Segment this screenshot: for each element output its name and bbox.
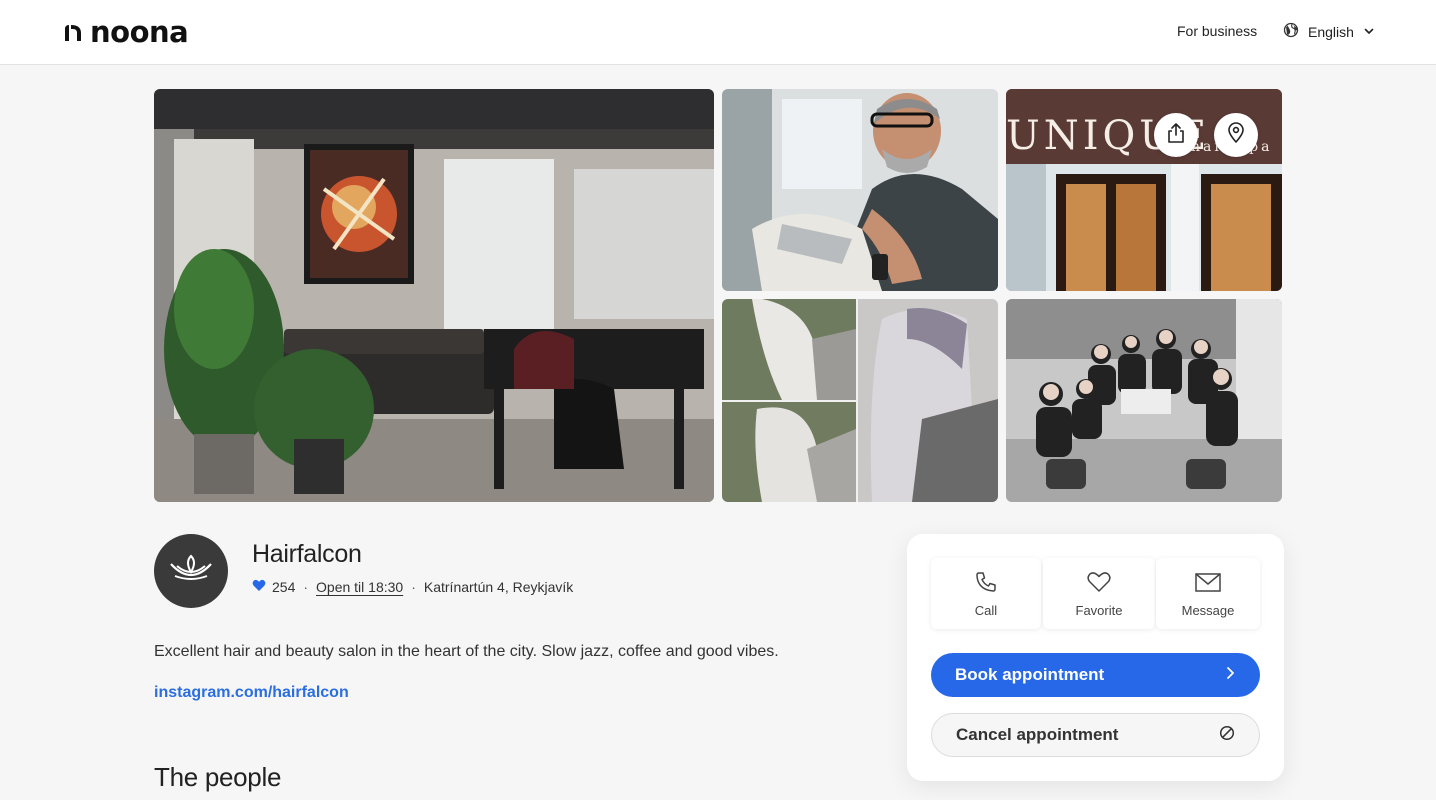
top-header: noona For business English bbox=[0, 0, 1436, 65]
photo-team[interactable] bbox=[1006, 299, 1282, 502]
separator-dot: · bbox=[303, 579, 309, 595]
photo-hair-results-collage[interactable] bbox=[722, 299, 998, 502]
brand-name: noona bbox=[90, 15, 189, 49]
photo-stylist-at-work[interactable] bbox=[722, 89, 998, 291]
business-description: Excellent hair and beauty salon in the h… bbox=[154, 643, 779, 660]
noona-logo-mark bbox=[63, 21, 83, 43]
globe-icon bbox=[1283, 22, 1299, 41]
chevron-right-icon bbox=[1224, 665, 1236, 685]
falcon-logo-icon bbox=[167, 552, 215, 591]
business-name: Hairfalcon bbox=[252, 540, 362, 568]
for-business-link[interactable]: For business bbox=[1177, 23, 1257, 39]
cancel-appointment-button[interactable]: Cancel appointment bbox=[931, 713, 1260, 757]
separator-dot: · bbox=[411, 579, 416, 595]
opening-hours-link[interactable]: Open til 18:30 bbox=[316, 579, 403, 595]
map-location-button[interactable] bbox=[1214, 113, 1258, 157]
photo-salon-interior[interactable] bbox=[154, 89, 714, 502]
message-label: Message bbox=[1181, 603, 1235, 618]
book-appointment-button[interactable]: Book appointment bbox=[931, 653, 1260, 697]
section-title-people: The people bbox=[154, 762, 282, 792]
map-pin-icon bbox=[1227, 121, 1245, 149]
call-button[interactable]: Call bbox=[931, 558, 1041, 629]
envelope-icon bbox=[1194, 570, 1222, 597]
share-icon bbox=[1166, 122, 1186, 149]
heart-icon bbox=[1086, 570, 1112, 597]
instagram-link[interactable]: instagram.com/hairfalcon bbox=[154, 684, 349, 702]
share-button[interactable] bbox=[1154, 113, 1198, 157]
favorite-label: Favorite bbox=[1075, 603, 1123, 618]
quick-actions: Call Favorite Message bbox=[931, 558, 1260, 629]
prohibited-icon bbox=[1219, 725, 1235, 746]
noona-logo[interactable]: noona bbox=[63, 15, 189, 49]
heart-filled-icon bbox=[252, 579, 266, 595]
business-avatar bbox=[154, 534, 228, 608]
book-appointment-label: Book appointment bbox=[955, 665, 1105, 684]
call-label: Call bbox=[974, 603, 998, 618]
business-address: Katrínartún 4, Reykjavík bbox=[423, 579, 574, 595]
language-label: English bbox=[1308, 23, 1354, 40]
cancel-appointment-label: Cancel appointment bbox=[956, 725, 1119, 744]
favorite-button[interactable]: Favorite bbox=[1043, 558, 1155, 629]
business-meta: 254 · Open til 18:30 · Katrínartún 4, Re… bbox=[252, 579, 573, 595]
photo-gallery: UNIQUE hair spa bbox=[154, 89, 1282, 502]
chevron-down-icon bbox=[1363, 24, 1375, 40]
language-selector[interactable]: English bbox=[1283, 22, 1375, 41]
booking-card: Call Favorite Message Book appointment C… bbox=[907, 534, 1284, 781]
favorites-count: 254 bbox=[272, 579, 296, 595]
message-button[interactable]: Message bbox=[1156, 558, 1260, 629]
phone-icon bbox=[974, 570, 998, 597]
